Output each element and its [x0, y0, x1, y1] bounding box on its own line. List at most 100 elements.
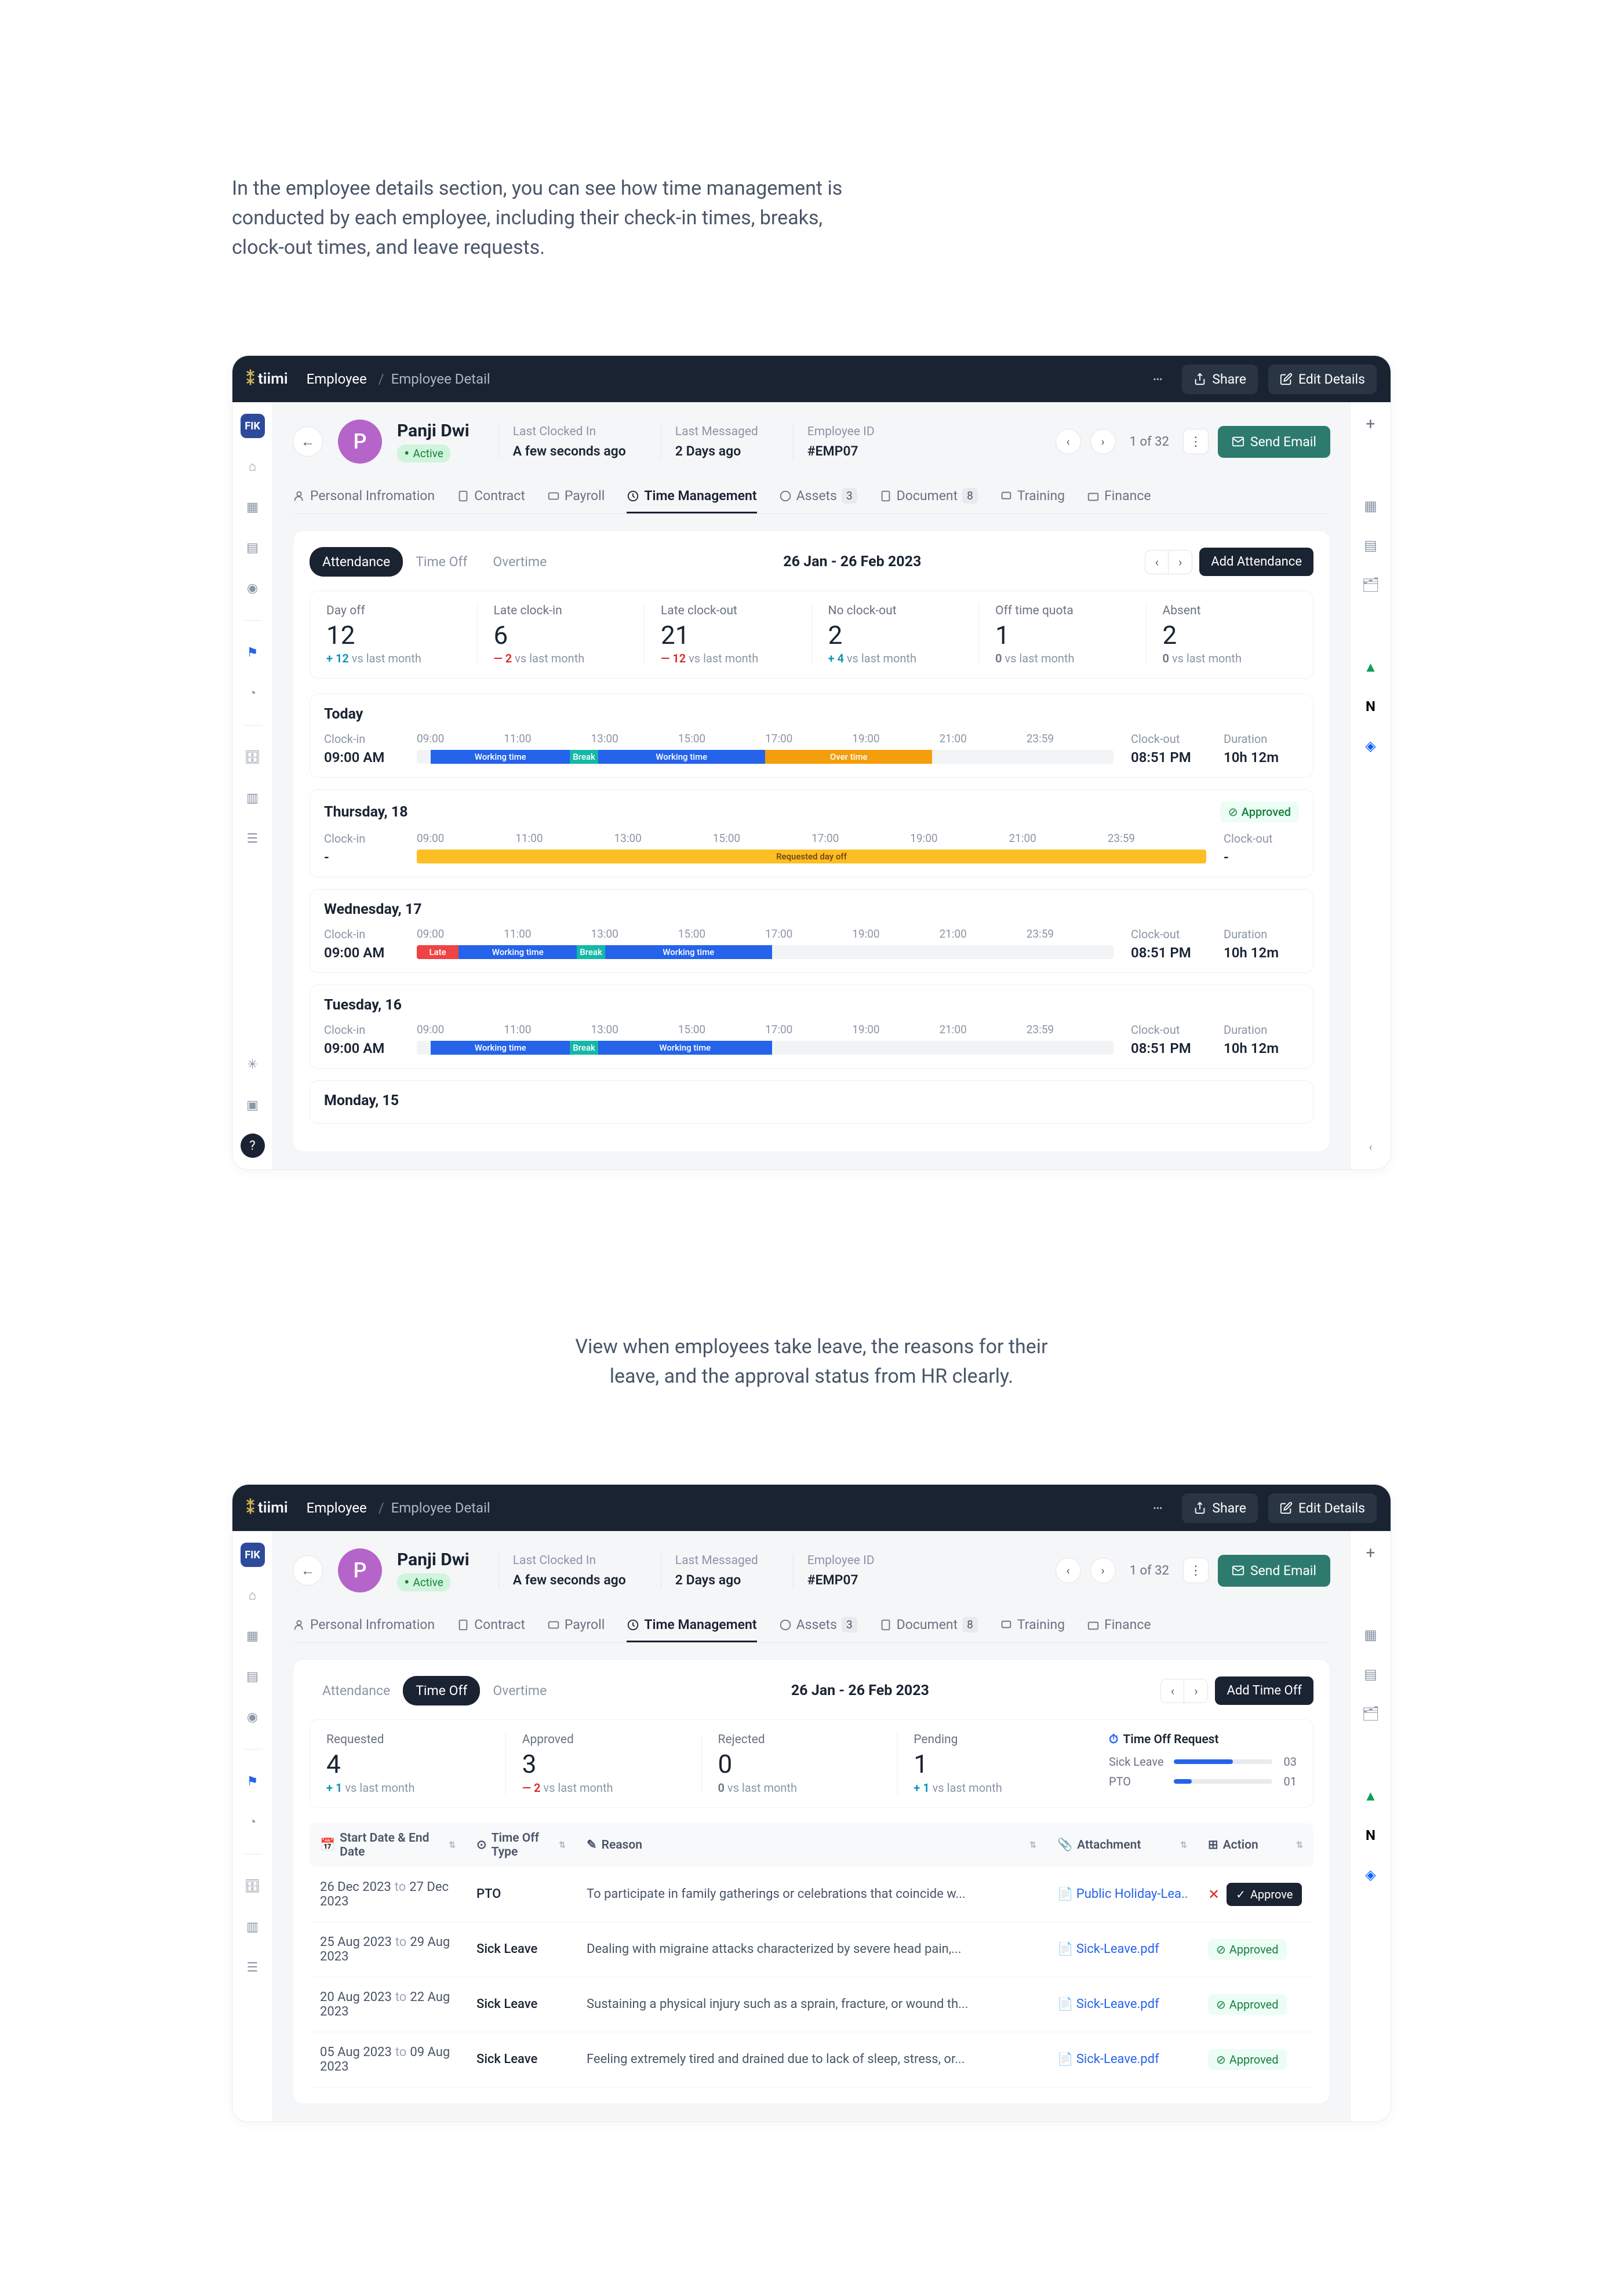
tab-finance[interactable]: Finance [1087, 480, 1151, 513]
pill-overtime[interactable]: Overtime [480, 1676, 559, 1705]
more-icon[interactable]: ••• [1144, 1494, 1171, 1522]
chart-icon[interactable]: ◔ [241, 681, 265, 705]
tab-document[interactable]: Document8 [879, 480, 978, 513]
pill-attendance[interactable]: Attendance [310, 1676, 403, 1705]
tab-training[interactable]: Training [1000, 480, 1065, 513]
more-icon[interactable]: ••• [1144, 365, 1171, 393]
chart-icon[interactable]: ◔ [241, 1810, 265, 1834]
attachment-link[interactable]: 📄 Sick-Leave.pdf [1057, 1942, 1187, 1956]
users-icon[interactable]: ⚑ [241, 640, 265, 665]
list-icon[interactable]: ☰ [241, 826, 265, 851]
tab-assets[interactable]: Assets3 [779, 1609, 857, 1642]
drive-icon[interactable]: ▲ [1361, 1786, 1381, 1806]
add-attendance-button[interactable]: Add Attendance [1199, 548, 1313, 576]
notion-icon[interactable]: N [1361, 1825, 1381, 1845]
layout-icon[interactable]: ▣ [241, 1093, 265, 1117]
date-next-button[interactable]: › [1169, 551, 1192, 574]
home-icon[interactable]: ⌂ [241, 1583, 265, 1608]
globe-icon[interactable]: ◉ [241, 1705, 265, 1729]
tab-personal[interactable]: Personal Infromation [293, 480, 435, 513]
breadcrumb-employee[interactable]: Employee [307, 1500, 367, 1516]
clockout-label: Clock-out [1131, 1023, 1206, 1037]
case-icon[interactable]: 🗄 [241, 745, 265, 770]
tab-document[interactable]: Document8 [879, 1609, 978, 1642]
breadcrumb-employee[interactable]: Employee [307, 371, 367, 387]
approve-button[interactable]: Approve [1227, 1883, 1302, 1906]
next-employee-button[interactable]: › [1090, 429, 1116, 454]
col-type[interactable]: ⊙ Time Off Type⇅ [466, 1831, 576, 1859]
settings-icon[interactable]: ✳ [241, 1052, 265, 1077]
edit-details-button[interactable]: Edit Details [1268, 365, 1377, 394]
building-icon[interactable]: ▥ [241, 1915, 265, 1939]
document-icon[interactable]: ▤ [241, 535, 265, 560]
date-prev-button[interactable]: ‹ [1145, 551, 1169, 574]
tab-contract[interactable]: Contract [457, 480, 525, 513]
col-action[interactable]: ⊞ Action⇅ [1198, 1831, 1313, 1859]
calendar-icon[interactable]: ▦ [241, 1624, 265, 1648]
plus-icon[interactable]: + [1361, 1543, 1381, 1562]
tab-time-management[interactable]: Time Management [627, 480, 756, 513]
prev-employee-button[interactable]: ‹ [1056, 429, 1081, 454]
edit-details-button[interactable]: Edit Details [1268, 1493, 1377, 1523]
col-date[interactable]: 📅 Start Date & End Date⇅ [310, 1831, 466, 1859]
plus-icon[interactable]: + [1361, 414, 1381, 433]
attachment-link[interactable]: 📄 Sick-Leave.pdf [1057, 2052, 1187, 2067]
building-icon[interactable]: ▥ [241, 786, 265, 810]
pill-overtime[interactable]: Overtime [480, 547, 559, 577]
list-icon[interactable]: ☰ [241, 1955, 265, 1980]
cell-attachment: 📄 Sick-Leave.pdf [1047, 1997, 1198, 2011]
date-next-button[interactable]: › [1184, 1679, 1207, 1703]
employee-more-button[interactable]: ⋮ [1183, 429, 1209, 454]
date-prev-button[interactable]: ‹ [1161, 1679, 1184, 1703]
pill-attendance[interactable]: Attendance [310, 547, 403, 577]
app-icon-1[interactable]: ▦ [1361, 1625, 1381, 1645]
collapse-right-button[interactable]: ‹ [1360, 1136, 1382, 1158]
dropbox-icon[interactable]: ◈ [1361, 736, 1381, 756]
share-button[interactable]: Share [1182, 365, 1258, 394]
document-icon[interactable]: ▤ [241, 1664, 265, 1689]
notion-icon[interactable]: N [1361, 697, 1381, 716]
drive-icon[interactable]: ▲ [1361, 657, 1381, 677]
globe-icon[interactable]: ◉ [241, 576, 265, 600]
col-attachment[interactable]: 📎 Attachment⇅ [1047, 1831, 1198, 1859]
add-timeoff-button[interactable]: Add Time Off [1215, 1677, 1313, 1705]
col-reason[interactable]: ✎ Reason⇅ [576, 1831, 1047, 1859]
help-icon[interactable]: ? [241, 1134, 265, 1158]
app-icon-3[interactable]: 🗂 [1361, 1704, 1381, 1723]
clockin-value: 09:00 AM [324, 945, 399, 961]
back-button[interactable]: ← [293, 427, 323, 457]
employee-more-button[interactable]: ⋮ [1183, 1558, 1209, 1583]
tab-contract[interactable]: Contract [457, 1609, 525, 1642]
tab-payroll[interactable]: Payroll [547, 1609, 605, 1642]
tab-training[interactable]: Training [1000, 1609, 1065, 1642]
home-icon[interactable]: ⌂ [241, 454, 265, 479]
send-email-button[interactable]: Send Email [1218, 1555, 1330, 1587]
tab-payroll[interactable]: Payroll [547, 480, 605, 513]
duration-label: Duration [1224, 1023, 1299, 1037]
app-icon-2[interactable]: ▤ [1361, 1664, 1381, 1684]
app-icon-1[interactable]: ▦ [1361, 496, 1381, 516]
reject-button[interactable]: ✕ [1208, 1886, 1220, 1903]
case-icon[interactable]: 🗄 [241, 1874, 265, 1898]
dropbox-icon[interactable]: ◈ [1361, 1865, 1381, 1885]
org-badge[interactable]: FIK [241, 414, 265, 438]
attachment-link[interactable]: 📄 Sick-Leave.pdf [1057, 1997, 1187, 2011]
next-employee-button[interactable]: › [1090, 1558, 1116, 1583]
tab-assets[interactable]: Assets3 [779, 480, 857, 513]
tab-finance[interactable]: Finance [1087, 1609, 1151, 1642]
app-icon-3[interactable]: 🗂 [1361, 575, 1381, 595]
attachment-link[interactable]: 📄 Public Holiday-Lea... [1057, 1887, 1187, 1901]
prev-employee-button[interactable]: ‹ [1056, 1558, 1081, 1583]
app-icon-2[interactable]: ▤ [1361, 535, 1381, 555]
stat-card: Absent 2 0 vs last month [1147, 604, 1313, 665]
pill-timeoff[interactable]: Time Off [403, 547, 480, 577]
tab-personal[interactable]: Personal Infromation [293, 1609, 435, 1642]
calendar-icon[interactable]: ▦ [241, 495, 265, 519]
back-button[interactable]: ← [293, 1555, 323, 1586]
pill-timeoff[interactable]: Time Off [403, 1676, 480, 1705]
org-badge[interactable]: FIK [241, 1543, 265, 1567]
users-icon[interactable]: ⚑ [241, 1769, 265, 1794]
tab-time-management[interactable]: Time Management [627, 1609, 756, 1642]
send-email-button[interactable]: Send Email [1218, 426, 1330, 458]
share-button[interactable]: Share [1182, 1493, 1258, 1523]
